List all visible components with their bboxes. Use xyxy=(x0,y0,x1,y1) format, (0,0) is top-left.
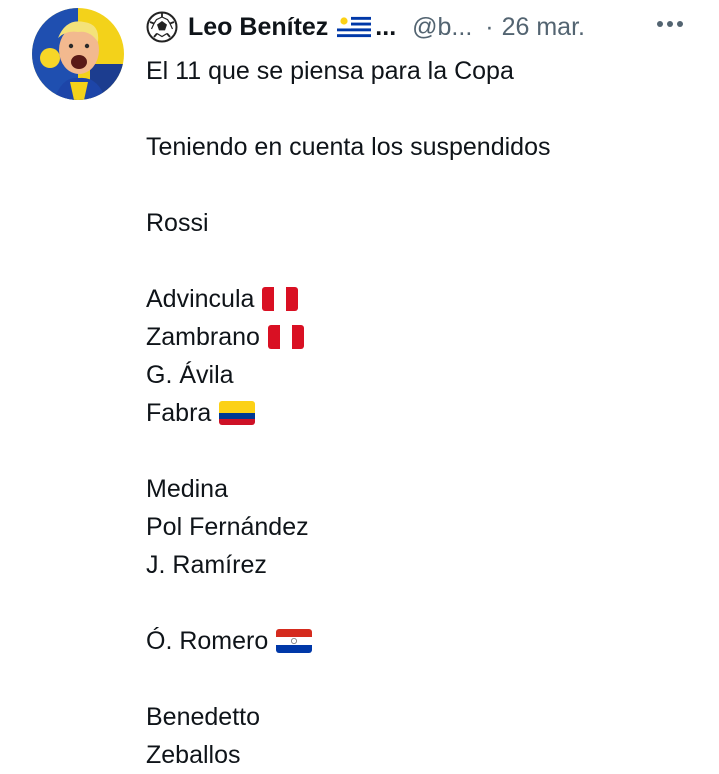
tweet-text: El 11 que se piensa para la Copa Teniendo… xyxy=(146,52,706,774)
tweet-line: Pol Fernández xyxy=(146,508,706,546)
tweet-line: Teniendo en cuenta los suspendidos xyxy=(146,128,706,166)
author-handle[interactable]: @b... xyxy=(412,10,472,44)
tweet-line-text: Benedetto xyxy=(146,703,260,731)
header-separator: · xyxy=(485,13,494,41)
tweet-line-text: Ó. Romero xyxy=(146,627,269,655)
display-name-ellipsis: ... xyxy=(375,13,397,41)
tweet-line: Zambrano xyxy=(146,318,706,356)
tweet-line-text: G. Ávila xyxy=(146,361,234,389)
tweet-line-text: Zambrano xyxy=(146,323,260,351)
tweet-line-text: J. Ramírez xyxy=(146,551,267,579)
tweet-date[interactable]: 26 mar. xyxy=(502,10,585,44)
tweet-line: Benedetto xyxy=(146,698,706,736)
tweet-line-text: Medina xyxy=(146,475,228,503)
tweet-header: Leo Benítez ... @b... · 26 mar. xyxy=(146,10,719,44)
tweet-line-text: Rossi xyxy=(146,209,209,237)
peru-flag-icon xyxy=(262,287,299,311)
tweet-line: Rossi xyxy=(146,204,706,242)
tweet-line-text: Zeballos xyxy=(146,741,241,769)
tweet-line: Medina xyxy=(146,470,706,508)
tweet-line-text: Teniendo en cuenta los suspendidos xyxy=(146,133,551,161)
more-options-icon[interactable] xyxy=(656,18,684,30)
tweet[interactable]: Leo Benítez ... @b... · 26 mar. El 11 qu… xyxy=(0,0,719,774)
paraguay-flag-icon xyxy=(276,629,313,653)
tweet-line: Ó. Romero xyxy=(146,622,706,660)
soccer-ball-icon xyxy=(146,11,178,43)
author-display-name[interactable]: Leo Benítez xyxy=(188,10,328,44)
tweet-line-text: Advincula xyxy=(146,285,255,313)
tweet-line: Fabra xyxy=(146,394,706,432)
uruguay-flag-icon xyxy=(337,14,372,40)
tweet-line: J. Ramírez xyxy=(146,546,706,584)
tweet-line: G. Ávila xyxy=(146,356,706,394)
avatar-image xyxy=(32,8,124,100)
colombia-flag-icon xyxy=(219,401,256,425)
author-avatar[interactable] xyxy=(32,8,124,100)
tweet-line-text: El 11 que se piensa para la Copa xyxy=(146,57,514,85)
tweet-line: El 11 que se piensa para la Copa xyxy=(146,52,706,90)
tweet-line-text: Fabra xyxy=(146,399,212,427)
tweet-line: Zeballos xyxy=(146,736,706,774)
tweet-line: Advincula xyxy=(146,280,706,318)
peru-flag-icon xyxy=(267,325,304,349)
tweet-line-text: Pol Fernández xyxy=(146,513,309,541)
